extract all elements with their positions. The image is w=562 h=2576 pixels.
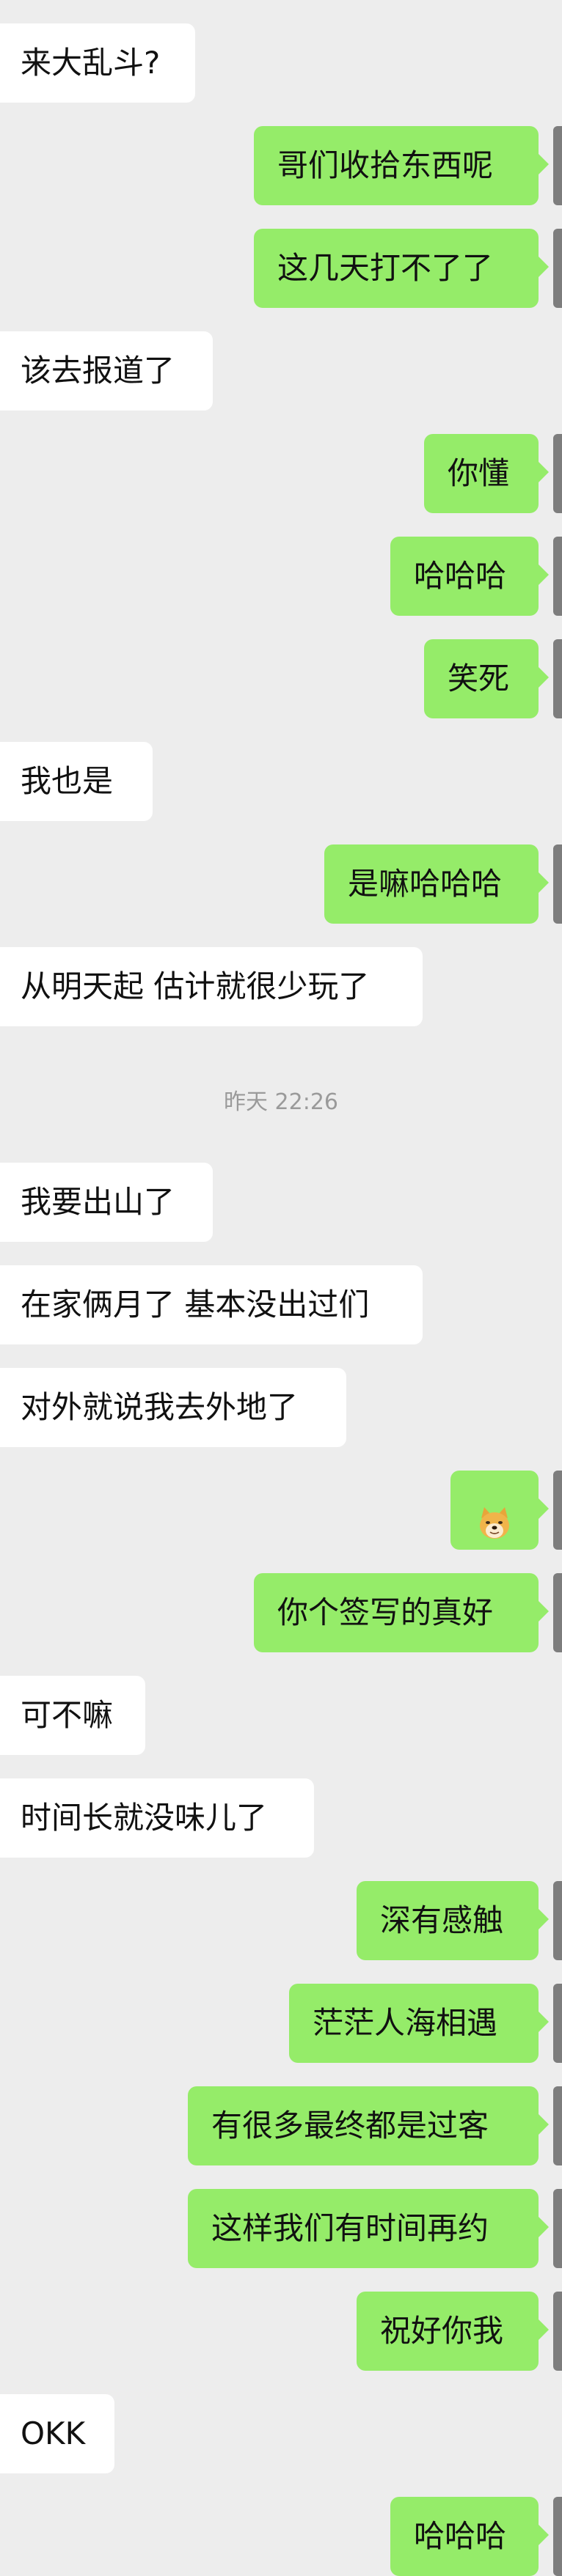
- message-text: 祝好你我: [380, 2313, 504, 2349]
- message-text: 茫茫人海相遇: [313, 2005, 498, 2041]
- message-text: 我要出山了: [21, 1184, 175, 1220]
- chat-message-list[interactable]: 来大乱斗? 哥们收拾东西呢 这几天打不了了 该去报道了 你懂 哈哈哈 笑死 我也…: [0, 0, 562, 2576]
- message-row: 这几天打不了了: [0, 229, 562, 308]
- message-text: 对外就说我去外地了: [21, 1389, 299, 1425]
- message-row: 有很多最终都是过客: [0, 2086, 562, 2165]
- message-text: 哥们收拾东西呢: [277, 147, 494, 183]
- message-text: 来大乱斗?: [21, 45, 161, 81]
- outgoing-message-bubble[interactable]: 茫茫人海相遇: [289, 1984, 549, 2063]
- incoming-message-bubble[interactable]: 时间长就没味儿了: [0, 1778, 314, 1858]
- edge-marker: [553, 2497, 562, 2576]
- incoming-message-bubble[interactable]: 来大乱斗?: [0, 23, 195, 103]
- outgoing-message-bubble[interactable]: 是嘛哈哈哈: [324, 844, 549, 924]
- message-row: 我要出山了: [0, 1163, 562, 1242]
- edge-marker: [553, 434, 562, 513]
- message-text: 这样我们有时间再约: [211, 2210, 489, 2246]
- incoming-message-bubble[interactable]: 对外就说我去外地了: [0, 1368, 346, 1447]
- message-text: 笑死: [448, 660, 510, 696]
- incoming-message-bubble[interactable]: 可不嘛: [0, 1676, 145, 1755]
- message-text: 你个签写的真好: [277, 1594, 494, 1630]
- edge-marker: [553, 1984, 562, 2063]
- message-row: 来大乱斗?: [0, 23, 562, 103]
- message-row: [0, 1471, 562, 1550]
- outgoing-message-bubble[interactable]: 哥们收拾东西呢: [254, 126, 549, 205]
- outgoing-message-bubble[interactable]: 笑死: [424, 639, 549, 718]
- message-row: OKK: [0, 2394, 562, 2473]
- message-text: 在家俩月了 基本没出过们: [21, 1287, 370, 1322]
- message-row: 哈哈哈: [0, 2497, 562, 2576]
- outgoing-message-bubble[interactable]: 你懂: [424, 434, 549, 513]
- message-text: 哈哈哈: [414, 2518, 507, 2554]
- incoming-message-bubble[interactable]: 我要出山了: [0, 1163, 213, 1242]
- message-row: 茫茫人海相遇: [0, 1984, 562, 2063]
- message-row: 哥们收拾东西呢: [0, 126, 562, 205]
- edge-marker: [553, 537, 562, 616]
- message-row: 该去报道了: [0, 331, 562, 411]
- edge-marker: [553, 1573, 562, 1652]
- outgoing-message-bubble[interactable]: 你个签写的真好: [254, 1573, 549, 1652]
- message-row: 深有感触: [0, 1881, 562, 1960]
- incoming-message-bubble[interactable]: 从明天起 估计就很少玩了: [0, 947, 423, 1026]
- message-row: 可不嘛: [0, 1676, 562, 1755]
- edge-marker: [553, 639, 562, 718]
- outgoing-message-bubble[interactable]: 哈哈哈: [390, 537, 549, 616]
- message-row: 你个签写的真好: [0, 1573, 562, 1652]
- outgoing-message-bubble[interactable]: 哈哈哈: [390, 2497, 549, 2576]
- message-text: 这几天打不了了: [277, 250, 494, 286]
- edge-marker: [553, 229, 562, 308]
- outgoing-message-bubble[interactable]: 祝好你我: [357, 2292, 549, 2371]
- outgoing-message-bubble[interactable]: 这几天打不了了: [254, 229, 549, 308]
- doge-emoji-icon: [476, 1492, 513, 1539]
- edge-marker: [553, 2292, 562, 2371]
- message-text: 哈哈哈: [414, 558, 507, 594]
- outgoing-message-bubble[interactable]: 深有感触: [357, 1881, 549, 1960]
- message-text: 是嘛哈哈哈: [348, 866, 503, 902]
- message-row: 对外就说我去外地了: [0, 1368, 562, 1447]
- message-row: 祝好你我: [0, 2292, 562, 2371]
- edge-marker: [553, 126, 562, 205]
- outgoing-message-bubble[interactable]: 有很多最终都是过客: [188, 2086, 549, 2165]
- message-row: 在家俩月了 基本没出过们: [0, 1265, 562, 1344]
- message-row: 你懂: [0, 434, 562, 513]
- message-text: 从明天起 估计就很少玩了: [21, 968, 370, 1004]
- message-row: 时间长就没味儿了: [0, 1778, 562, 1858]
- outgoing-message-bubble[interactable]: [450, 1471, 549, 1550]
- message-text: 时间长就没味儿了: [21, 1800, 268, 1836]
- edge-marker: [553, 2086, 562, 2165]
- message-text: 你懂: [448, 455, 510, 491]
- message-row: 我也是: [0, 742, 562, 821]
- message-text: 我也是: [21, 763, 114, 799]
- edge-marker: [553, 2189, 562, 2268]
- incoming-message-bubble[interactable]: OKK: [0, 2394, 114, 2473]
- message-text: 可不嘛: [21, 1697, 114, 1733]
- message-text: 有很多最终都是过客: [211, 2108, 489, 2143]
- edge-marker: [553, 1881, 562, 1960]
- message-row: 从明天起 估计就很少玩了: [0, 947, 562, 1026]
- incoming-message-bubble[interactable]: 我也是: [0, 742, 153, 821]
- outgoing-message-bubble[interactable]: 这样我们有时间再约: [188, 2189, 549, 2268]
- incoming-message-bubble[interactable]: 在家俩月了 基本没出过们: [0, 1265, 423, 1344]
- message-row: 哈哈哈: [0, 537, 562, 616]
- message-text: 该去报道了: [21, 353, 175, 389]
- message-text: 深有感触: [380, 1902, 504, 1938]
- message-row: 这样我们有时间再约: [0, 2189, 562, 2268]
- message-timestamp: 昨天 22:26: [224, 1089, 338, 1115]
- incoming-message-bubble[interactable]: 该去报道了: [0, 331, 213, 411]
- message-row: 笑死: [0, 639, 562, 718]
- message-text: OKK: [21, 2415, 86, 2451]
- edge-marker: [553, 1471, 562, 1550]
- edge-marker: [553, 844, 562, 924]
- message-row: 是嘛哈哈哈: [0, 844, 562, 924]
